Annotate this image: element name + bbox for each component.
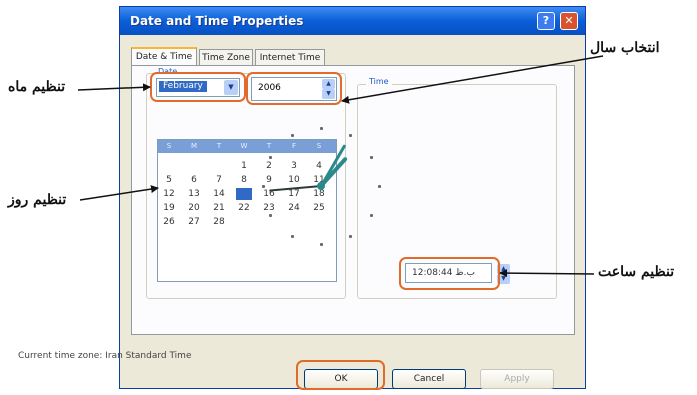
arrow-year: [341, 55, 604, 104]
arrow-time: [499, 269, 595, 278]
arrow-day: [79, 185, 159, 201]
arrow-month: [77, 83, 151, 92]
callout-arrows: [77, 55, 604, 278]
